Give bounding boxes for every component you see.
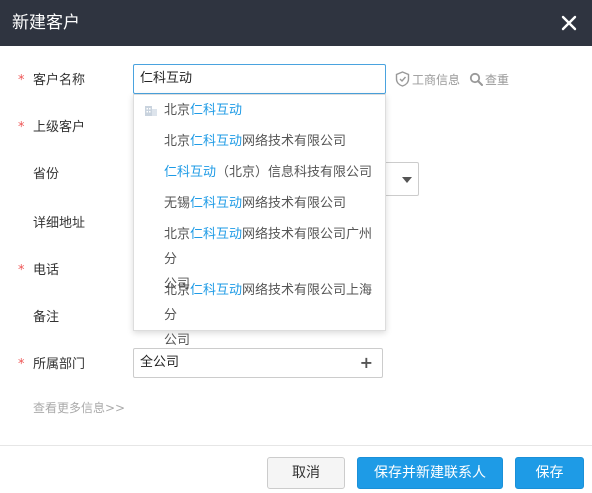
- required-mark: *: [18, 120, 25, 135]
- label-customer-name: 客户名称: [33, 73, 86, 88]
- required-mark: *: [18, 357, 25, 372]
- suggestion-match: 仁科互动: [190, 283, 243, 298]
- suggestion-prefix: 北京: [164, 227, 191, 242]
- business-info-label: 工商信息: [412, 72, 461, 87]
- save-button[interactable]: 保存: [515, 457, 584, 489]
- search-icon: [469, 72, 483, 86]
- business-info-link[interactable]: 工商信息: [395, 70, 460, 88]
- required-mark: *: [18, 263, 25, 278]
- suggestion-item[interactable]: 北京仁科互动: [164, 98, 242, 123]
- label-phone: 电话: [33, 263, 60, 278]
- suggestion-suffix: （北京）信息科技有限公司: [216, 165, 373, 180]
- check-duplicate-link[interactable]: 查重: [469, 70, 509, 88]
- footer-divider: [0, 445, 592, 446]
- suggestion-match: 仁科互动: [190, 196, 243, 211]
- cancel-button[interactable]: 取消: [267, 457, 345, 489]
- save-and-new-contact-button[interactable]: 保存并新建联系人: [357, 457, 503, 489]
- department-value: 全公司: [140, 355, 180, 370]
- suggestion-match: 仁科互动: [190, 134, 243, 149]
- more-info-link[interactable]: 查看更多信息>>: [33, 399, 125, 416]
- suggestion-match: 仁科互动: [164, 165, 217, 180]
- chevron-down-icon: [402, 177, 412, 183]
- dialog-header: 新建客户: [0, 0, 592, 46]
- suggestion-item[interactable]: 无锡仁科互动网络技术有限公司: [164, 191, 346, 216]
- customer-name-input[interactable]: 仁科互动: [133, 64, 386, 94]
- suggestion-match: 仁科互动: [190, 103, 243, 118]
- suggestion-dropdown: 北京仁科互动 北京仁科互动网络技术有限公司 仁科互动（北京）信息科技有限公司 无…: [133, 94, 386, 348]
- label-province: 省份: [33, 167, 60, 182]
- add-department-button[interactable]: +: [360, 349, 373, 377]
- suggestion-prefix: 北京: [164, 103, 191, 118]
- required-mark: *: [18, 73, 25, 88]
- building-icon: [144, 103, 158, 121]
- suggestion-prefix: 北京: [164, 134, 191, 149]
- dialog-title: 新建客户: [12, 13, 80, 33]
- close-icon[interactable]: [558, 12, 580, 34]
- label-parent-customer: 上级客户: [33, 120, 86, 135]
- suggestion-match: 仁科互动: [190, 227, 243, 242]
- label-address: 详细地址: [33, 216, 86, 231]
- suggestion-suffix: 网络技术有限公司: [242, 134, 347, 149]
- suggestion-suffix: 网络技术有限公司: [242, 196, 347, 211]
- suggestion-prefix: 北京: [164, 283, 191, 298]
- suggestion-item[interactable]: 北京仁科互动网络技术有限公司: [164, 129, 346, 154]
- suggestion-item[interactable]: 北京仁科互动网络技术有限公司上海分 公司: [164, 278, 385, 353]
- suggestion-item[interactable]: 仁科互动（北京）信息科技有限公司: [164, 160, 372, 185]
- label-department: 所属部门: [33, 357, 86, 372]
- suggestion-line2: 公司: [164, 333, 191, 348]
- label-remark: 备注: [33, 310, 60, 325]
- check-duplicate-label: 查重: [485, 72, 510, 87]
- suggestion-prefix: 无锡: [164, 196, 191, 211]
- shield-icon: [395, 71, 410, 87]
